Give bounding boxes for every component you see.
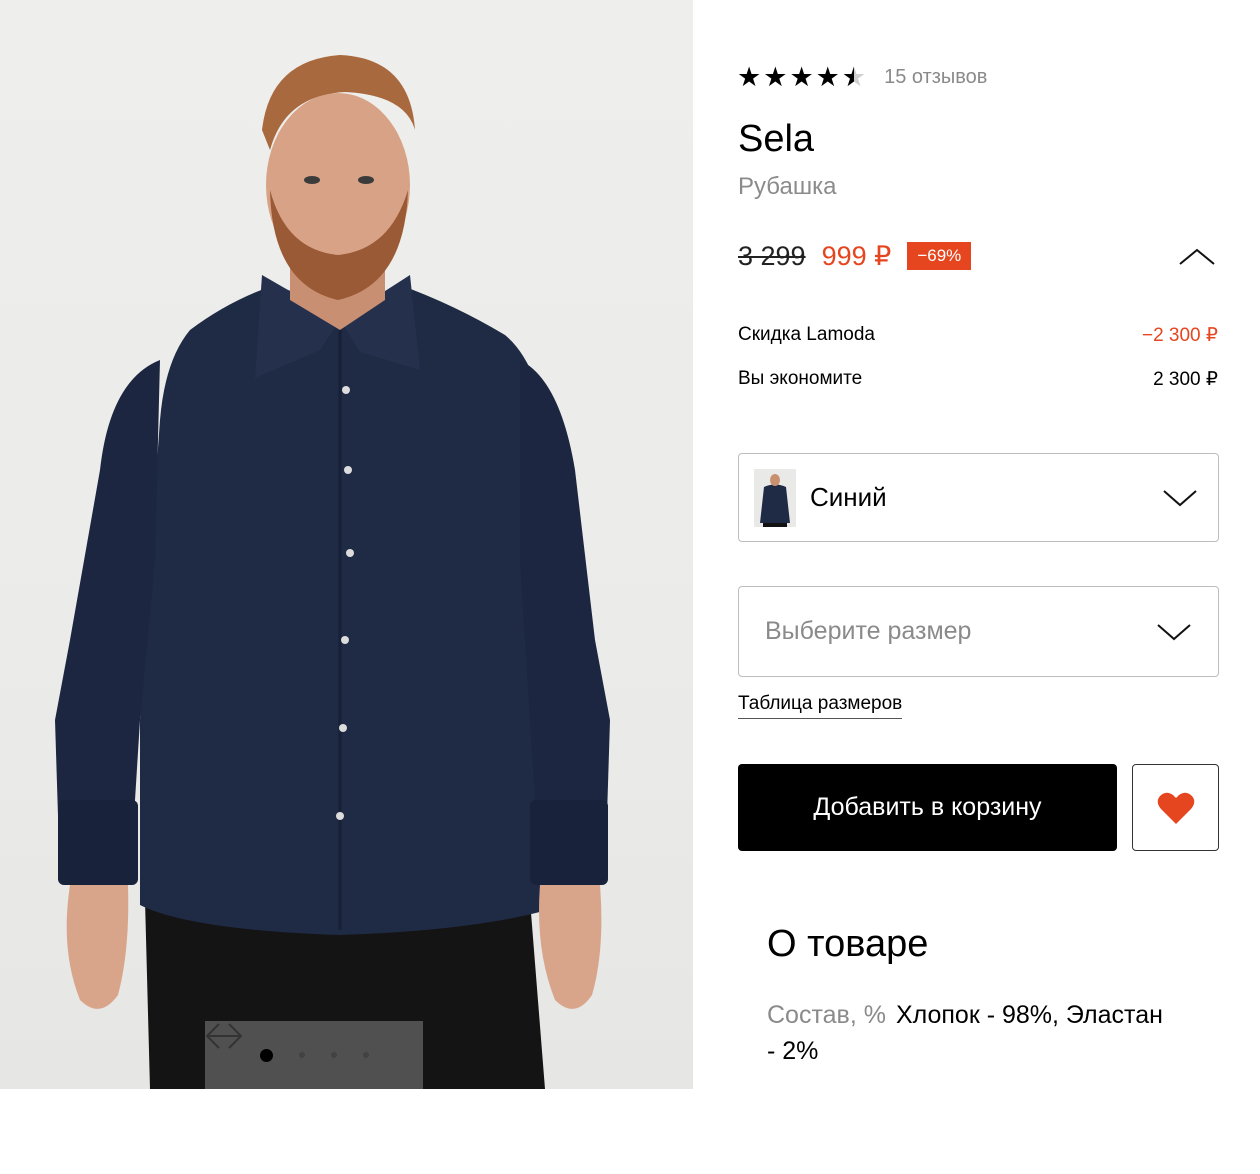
favorite-button[interactable] [1132,764,1219,851]
old-price: 3 299 [738,240,806,271]
star-icon: ★ [763,62,788,92]
color-select[interactable]: Синий [738,453,1219,542]
gallery-dot[interactable] [330,1052,337,1058]
reviews-count-link[interactable]: 15 отзывов [884,66,987,89]
discount-value: −2 300 ₽ [1141,325,1218,346]
arrow-right-icon[interactable] [207,1023,419,1070]
composition-label: Состав, % [767,1001,886,1029]
product-image [55,55,610,1089]
discount-row: Скидка Lamoda −2 300 ₽ [738,324,1218,347]
brand-name[interactable]: Sela [738,118,814,161]
star-icon: ★ [815,62,840,92]
color-value: Синий [810,482,887,512]
about-title: О товаре [767,923,929,965]
size-select[interactable]: Выберите размер [738,586,1219,677]
current-price: 999 ₽ [821,240,892,271]
product-photo[interactable] [0,0,693,1089]
gallery-dot[interactable] [298,1052,305,1058]
size-placeholder: Выберите размер [765,617,972,645]
add-to-cart-button[interactable]: Добавить в корзину [738,764,1117,851]
discount-badge: −69% [907,242,972,270]
gallery-dot[interactable] [362,1052,369,1058]
savings-label: Вы экономите [738,368,863,389]
gallery-dot-active[interactable] [259,1048,273,1062]
savings-row: Вы экономите 2 300 ₽ [738,368,1218,391]
chevron-up-icon[interactable] [1176,242,1218,272]
half-star-icon: ★ [842,62,866,92]
product-rating[interactable]: ★ ★ ★ ★ ★ 15 отзывов [737,62,987,92]
savings-value: 2 300 ₽ [1153,369,1218,390]
product-category: Рубашка [738,173,837,200]
discount-label: Скидка Lamoda [738,324,875,345]
rating-stars: ★ ★ ★ ★ ★ [737,62,866,92]
heart-icon [1157,792,1194,824]
price-row: 3 299 999 ₽ −69% [738,240,972,272]
chevron-down-icon [1156,622,1192,642]
star-icon: ★ [737,62,762,92]
chevron-down-icon [1162,488,1198,508]
star-icon: ★ [789,62,814,92]
color-thumbnail [754,468,796,527]
composition: Состав, % Хлопок - 98%, Эластан - 2% [767,997,1167,1069]
gallery-dots [259,1048,369,1062]
gallery-navigation [205,1021,423,1089]
size-table-link[interactable]: Таблица размеров [738,693,903,719]
